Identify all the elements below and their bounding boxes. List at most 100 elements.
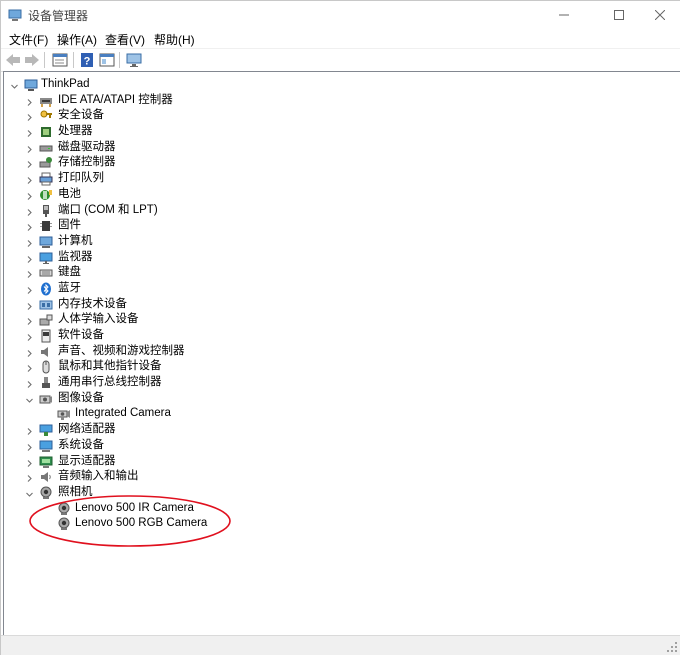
tree-category[interactable]: 人体学输入设备 (4, 312, 680, 328)
tree-item-label: 人体学输入设备 (58, 313, 139, 326)
chevron-right-icon[interactable] (25, 221, 34, 232)
chevron-right-icon[interactable] (25, 206, 34, 216)
chevron-down-icon[interactable] (10, 80, 19, 89)
tree-category[interactable]: 端口 (COM 和 LPT) (4, 203, 680, 219)
tree-category[interactable]: 音频输入和输出 (4, 469, 680, 485)
tree-category[interactable]: 声音、视频和游戏控制器 (4, 344, 680, 360)
back-arrow-icon (6, 54, 20, 66)
menu-item-3[interactable]: 帮助(H) (154, 31, 195, 48)
menu-item-2[interactable]: 查看(V) (105, 31, 145, 48)
tree-category[interactable]: 网络适配器 (4, 422, 680, 438)
chevron-down-icon[interactable] (25, 394, 34, 403)
chevron-right-icon[interactable] (25, 143, 34, 153)
tree-category[interactable]: 磁盘驱动器 (4, 140, 680, 156)
minimize-button[interactable] (541, 1, 587, 29)
chevron-right-icon[interactable] (25, 378, 34, 388)
menu-item-1[interactable]: 操作(A) (57, 31, 97, 48)
resize-grip-icon[interactable] (666, 641, 678, 653)
tree-category[interactable]: 蓝牙 (4, 281, 680, 297)
tree-category[interactable]: 内存技术设备 (4, 297, 680, 313)
mouse-icon (39, 360, 53, 374)
chevron-right-icon[interactable] (25, 158, 34, 169)
security-device-icon (39, 109, 53, 123)
chevron-right-icon[interactable] (25, 347, 34, 357)
tree-category[interactable]: 处理器 (4, 124, 680, 140)
tree-item-label: 图像设备 (58, 391, 104, 404)
tree-item-label: Integrated Camera (75, 407, 171, 420)
tree-category[interactable]: 键盘 (4, 265, 680, 281)
scan-hardware-button[interactable] (125, 51, 143, 69)
maximize-button[interactable] (596, 1, 642, 29)
view-icon (99, 53, 115, 67)
chevron-right-icon[interactable] (25, 457, 34, 467)
usb-icon (39, 376, 53, 390)
help-button[interactable]: ? (78, 51, 96, 69)
tree-item-label: 磁盘驱动器 (58, 140, 116, 153)
chevron-down-icon[interactable] (25, 488, 34, 497)
tree-device[interactable]: Lenovo 500 RGB Camera (4, 516, 680, 532)
storage-controller-icon (39, 156, 53, 170)
tree-category[interactable]: 固件 (4, 218, 680, 234)
chevron-right-icon[interactable] (25, 315, 34, 326)
chevron-right-icon[interactable] (25, 300, 34, 310)
chevron-right-icon[interactable] (25, 441, 34, 451)
tree-category[interactable]: 电池 (4, 187, 680, 203)
tree-category[interactable]: 照相机 (4, 485, 680, 501)
tree-item-label: 软件设备 (58, 329, 104, 341)
chevron-right-icon[interactable] (25, 111, 34, 122)
chevron-right-icon[interactable] (25, 362, 34, 373)
chevron-right-icon[interactable] (25, 284, 34, 294)
tree-root-thinkpad[interactable]: ThinkPad (4, 77, 680, 93)
monitor-scan-icon (126, 53, 142, 67)
tree-device[interactable]: Lenovo 500 IR Camera (4, 501, 680, 517)
tree-item-label: 固件 (58, 219, 81, 232)
tree-category[interactable]: 监视器 (4, 250, 680, 266)
chevron-right-icon[interactable] (25, 472, 34, 483)
chevron-right-icon[interactable] (25, 331, 34, 341)
back-button[interactable] (4, 51, 22, 69)
chevron-right-icon[interactable] (25, 425, 34, 436)
tree-item-label: Lenovo 500 IR Camera (75, 501, 194, 514)
menu-item-0[interactable]: 文件(F) (9, 31, 48, 48)
tree-category[interactable]: 图像设备 (4, 391, 680, 407)
view-button[interactable] (98, 51, 116, 69)
tree-item-label: 存储控制器 (58, 156, 116, 169)
chevron-right-icon[interactable] (25, 127, 34, 137)
tree-item-label: 声音、视频和游戏控制器 (58, 344, 185, 357)
tree-category[interactable]: 计算机 (4, 234, 680, 250)
webcam-icon (57, 502, 71, 516)
chevron-right-icon[interactable] (25, 253, 34, 263)
tree-item-label: 通用串行总线控制器 (58, 376, 162, 389)
title-bar[interactable]: 设备管理器 (1, 1, 680, 29)
monitor-icon (39, 251, 53, 265)
minimize-icon (559, 14, 569, 16)
tree-device[interactable]: Integrated Camera (4, 406, 680, 422)
speaker-icon (39, 345, 53, 359)
tree-category[interactable]: 鼠标和其他指针设备 (4, 359, 680, 375)
tree-category[interactable]: 安全设备 (4, 108, 680, 124)
forward-button[interactable] (23, 51, 41, 69)
device-tree-list: ThinkPad IDE ATA/ATAPI 控制器 安全设备 处理器 磁盘驱动器存储控… (4, 77, 680, 532)
tree-item-label: 显示适配器 (58, 454, 116, 467)
tree-category[interactable]: 打印队列 (4, 171, 680, 187)
tree-category[interactable]: 通用串行总线控制器 (4, 375, 680, 391)
properties-button[interactable] (51, 51, 69, 69)
tree-category[interactable]: 系统设备 (4, 438, 680, 454)
disk-drive-icon (39, 141, 53, 155)
chevron-right-icon[interactable] (25, 268, 34, 279)
system-device-icon (39, 439, 53, 453)
tree-category[interactable]: IDE ATA/ATAPI 控制器 (4, 93, 680, 109)
chevron-right-icon[interactable] (25, 96, 34, 106)
properties-icon (52, 53, 68, 67)
close-button[interactable] (637, 1, 680, 29)
chevron-right-icon[interactable] (25, 237, 34, 247)
memory-device-icon (39, 298, 53, 312)
tree-category[interactable]: 存储控制器 (4, 155, 680, 171)
tree-category[interactable]: 显示适配器 (4, 454, 680, 470)
tree-category[interactable]: 软件设备 (4, 328, 680, 344)
chevron-right-icon[interactable] (25, 190, 34, 200)
webcam-icon (57, 517, 71, 531)
printer-icon (39, 172, 53, 186)
device-tree[interactable]: ThinkPad IDE ATA/ATAPI 控制器 安全设备 处理器 磁盘驱动器存储控… (3, 71, 680, 636)
chevron-right-icon[interactable] (25, 174, 34, 185)
